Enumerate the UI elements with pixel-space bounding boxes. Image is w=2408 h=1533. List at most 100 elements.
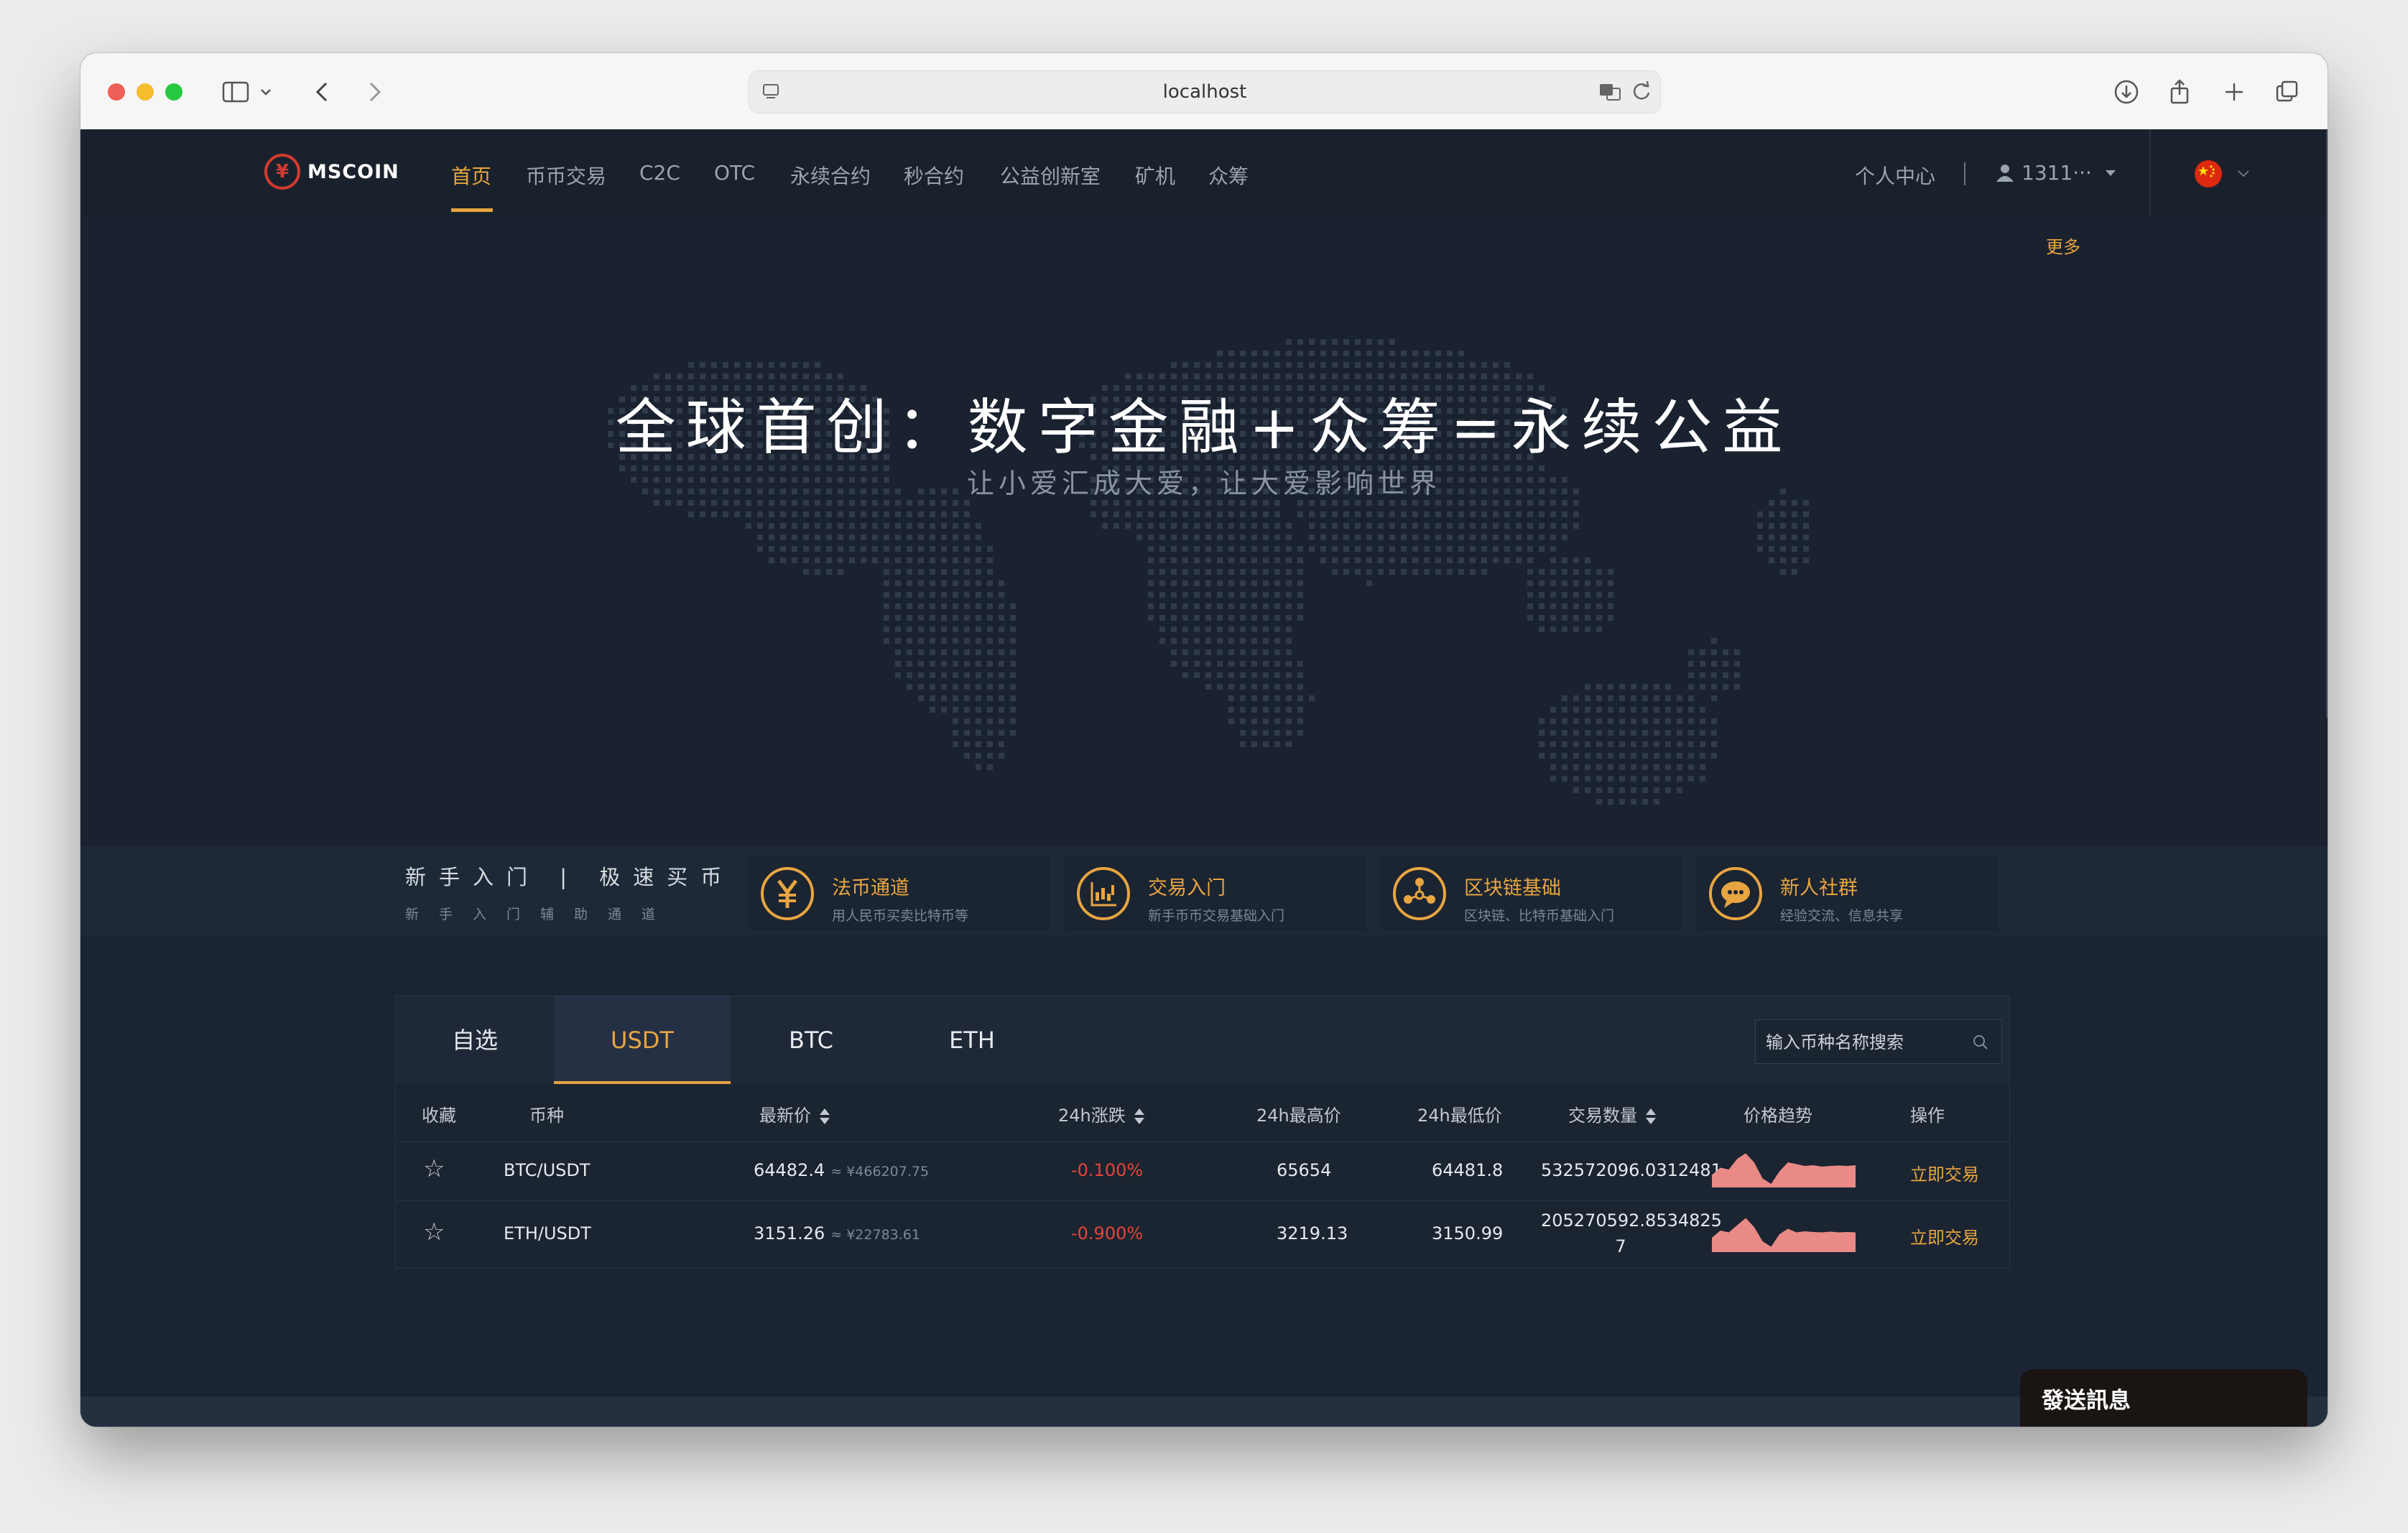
high-value: 3219.13 (1277, 1223, 1348, 1243)
beginner-guide-title: 新手入门 | 极速买币 (405, 865, 735, 889)
browser-toolbar: localhost (80, 53, 2328, 130)
col-volume-label: 交易数量 (1568, 1106, 1637, 1126)
user-name: 1311··· (2022, 161, 2092, 185)
tab-overview-icon[interactable] (2272, 76, 2303, 108)
hero-banner: 全球首创：数字金融+众筹=永续公益 让小爱汇成大爱，让大爱影响世界 (80, 272, 2328, 846)
more-link[interactable]: 更多 (2046, 233, 2080, 258)
col-favorite: 收藏 (422, 1106, 456, 1126)
tab-usdt[interactable]: USDT (554, 996, 731, 1084)
nav-item-home[interactable]: 首页 (451, 161, 491, 190)
coin-search (1755, 1019, 2002, 1065)
pair-name: BTC/USDT (504, 1160, 591, 1180)
sparkline-area (1712, 1218, 1856, 1252)
sort-icon (1134, 1108, 1144, 1125)
chevron-down-icon[interactable] (257, 76, 274, 108)
logo-text: MSCOIN (307, 161, 399, 183)
price-cny: ≈ ¥466207.75 (830, 1164, 930, 1180)
tab-favorites[interactable]: 自选 (396, 996, 554, 1084)
nav-divider (1964, 162, 1965, 185)
page-footer-strip (80, 1397, 2328, 1427)
browser-window: localhost ¥ MSCOIN 首页 币币交易 C2C OTC 永续合约 … (80, 53, 2328, 1427)
world-map-illustration (608, 339, 1809, 805)
nav-item-charity-lab[interactable]: 公益创新室 (1000, 161, 1101, 190)
tab-eth[interactable]: ETH (892, 996, 1052, 1084)
yen-icon (760, 866, 815, 921)
trade-now-link[interactable]: 立即交易 (1910, 1223, 1979, 1249)
site-header: ¥ MSCOIN 首页 币币交易 C2C OTC 永续合约 秒合约 公益创新室 … (80, 129, 2328, 216)
trading-intro-card[interactable]: 交易入门 新手币币交易基础入门 (1065, 855, 1366, 931)
forward-arrow-icon[interactable] (358, 76, 389, 108)
close-window-button[interactable] (108, 83, 125, 101)
quick-entry-strip: 新手入门 | 极速买币 新手入门辅助通道 法币通道 用人民币买卖比特币等 交易入… (80, 846, 2328, 935)
nav-item-spot-trading[interactable]: 币币交易 (526, 161, 606, 190)
card-title: 区块链基础 (1464, 877, 1561, 899)
market-panel: 自选 USDT BTC ETH 收藏 币种 最新价 24h涨跌 24h最高价 2… (395, 996, 2010, 1269)
nav-item-second-contract[interactable]: 秒合约 (904, 161, 964, 190)
back-arrow-icon[interactable] (307, 76, 339, 108)
sidebar-toggle-icon[interactable] (220, 76, 251, 108)
price-trend-sparkline (1712, 1153, 1856, 1187)
nav-item-otc[interactable]: OTC (714, 161, 755, 185)
col-trend: 价格趋势 (1744, 1106, 1812, 1126)
tab-btc[interactable]: BTC (731, 996, 892, 1084)
minimize-window-button[interactable] (136, 83, 154, 101)
community-card[interactable]: 新人社群 经验交流、信息共享 (1697, 855, 1999, 931)
col-latest-price-label: 最新价 (759, 1106, 811, 1126)
nav-item-perpetual[interactable]: 永续合约 (790, 161, 871, 190)
nav-item-mining[interactable]: 矿机 (1135, 161, 1175, 190)
translate-icon[interactable] (1596, 77, 1624, 106)
card-description: 用人民币买卖比特币等 (832, 908, 969, 924)
price-cny: ≈ ¥22783.61 (830, 1227, 920, 1243)
scrollbar[interactable] (2326, 129, 2328, 718)
chevron-down-icon (2238, 170, 2249, 177)
col-24h-change[interactable]: 24h涨跌 (1058, 1101, 1144, 1126)
pair-name: ETH/USDT (504, 1223, 591, 1243)
language-selector[interactable] (2194, 159, 2249, 191)
secondary-bar: 更多 (80, 216, 2328, 272)
col-action: 操作 (1910, 1106, 1945, 1126)
beginner-guide: 新手入门 | 极速买币 新手入门辅助通道 (405, 861, 734, 923)
caret-down-icon (2105, 170, 2116, 176)
col-24h-high: 24h最高价 (1256, 1106, 1341, 1126)
reload-icon[interactable] (1627, 77, 1656, 106)
blockchain-basics-card[interactable]: 区块链基础 区块链、比特币基础入门 (1381, 855, 1682, 931)
nav-item-c2c[interactable]: C2C (639, 161, 680, 185)
price-trend-sparkline (1712, 1218, 1856, 1252)
card-title: 法币通道 (832, 877, 909, 899)
sort-icon (820, 1108, 830, 1125)
change-value: -0.900% (1071, 1223, 1144, 1243)
user-menu[interactable]: 1311··· (1994, 161, 2116, 185)
market-tabs: 自选 USDT BTC ETH (396, 996, 2009, 1084)
col-coin: 币种 (529, 1106, 564, 1126)
low-value: 3150.99 (1432, 1223, 1504, 1243)
star-icon[interactable]: ☆ (423, 1154, 445, 1183)
price-value: 64482.4 (754, 1160, 825, 1180)
send-message-widget[interactable]: 發送訊息 (2020, 1369, 2307, 1427)
table-row[interactable]: ☆ ETH/USDT 3151.26 ≈ ¥22783.61 -0.900% 32… (396, 1200, 2009, 1268)
logo-yen-icon: ¥ (264, 154, 300, 190)
download-icon[interactable] (2111, 76, 2142, 108)
table-row[interactable]: ☆ BTC/USDT 64482.4 ≈ ¥466207.75 -0.100% 6… (396, 1141, 2009, 1201)
card-title: 交易入门 (1148, 877, 1226, 899)
volume-value-wrap: 7 (1615, 1236, 1626, 1256)
volume-value: 532572096.0312481 (1541, 1160, 1722, 1180)
col-latest-price[interactable]: 最新价 (759, 1101, 830, 1126)
fiat-channel-card[interactable]: 法币通道 用人民币买卖比特币等 (749, 855, 1050, 931)
chat-icon (1708, 866, 1763, 921)
nav-item-crowdfunding[interactable]: 众筹 (1208, 161, 1249, 190)
col-24h-change-label: 24h涨跌 (1058, 1106, 1126, 1126)
search-icon[interactable] (1971, 1033, 1990, 1052)
cn-flag-icon (2195, 160, 2222, 187)
blockchain-icon (1392, 866, 1447, 921)
new-tab-icon[interactable] (2218, 76, 2250, 108)
star-icon[interactable]: ☆ (423, 1218, 445, 1246)
coin-search-input[interactable] (1764, 1020, 1961, 1065)
col-volume[interactable]: 交易数量 (1568, 1101, 1656, 1126)
hero-title: 全球首创：数字金融+众筹=永续公益 (615, 392, 1793, 463)
personal-center-link[interactable]: 个人中心 (1855, 161, 1935, 190)
address-bar[interactable]: localhost (749, 70, 1661, 114)
maximize-window-button[interactable] (165, 83, 182, 101)
share-icon[interactable] (2164, 76, 2195, 108)
trade-now-link[interactable]: 立即交易 (1910, 1160, 1979, 1185)
hero-subtitle: 让小爱汇成大爱，让大爱影响世界 (966, 468, 1441, 499)
